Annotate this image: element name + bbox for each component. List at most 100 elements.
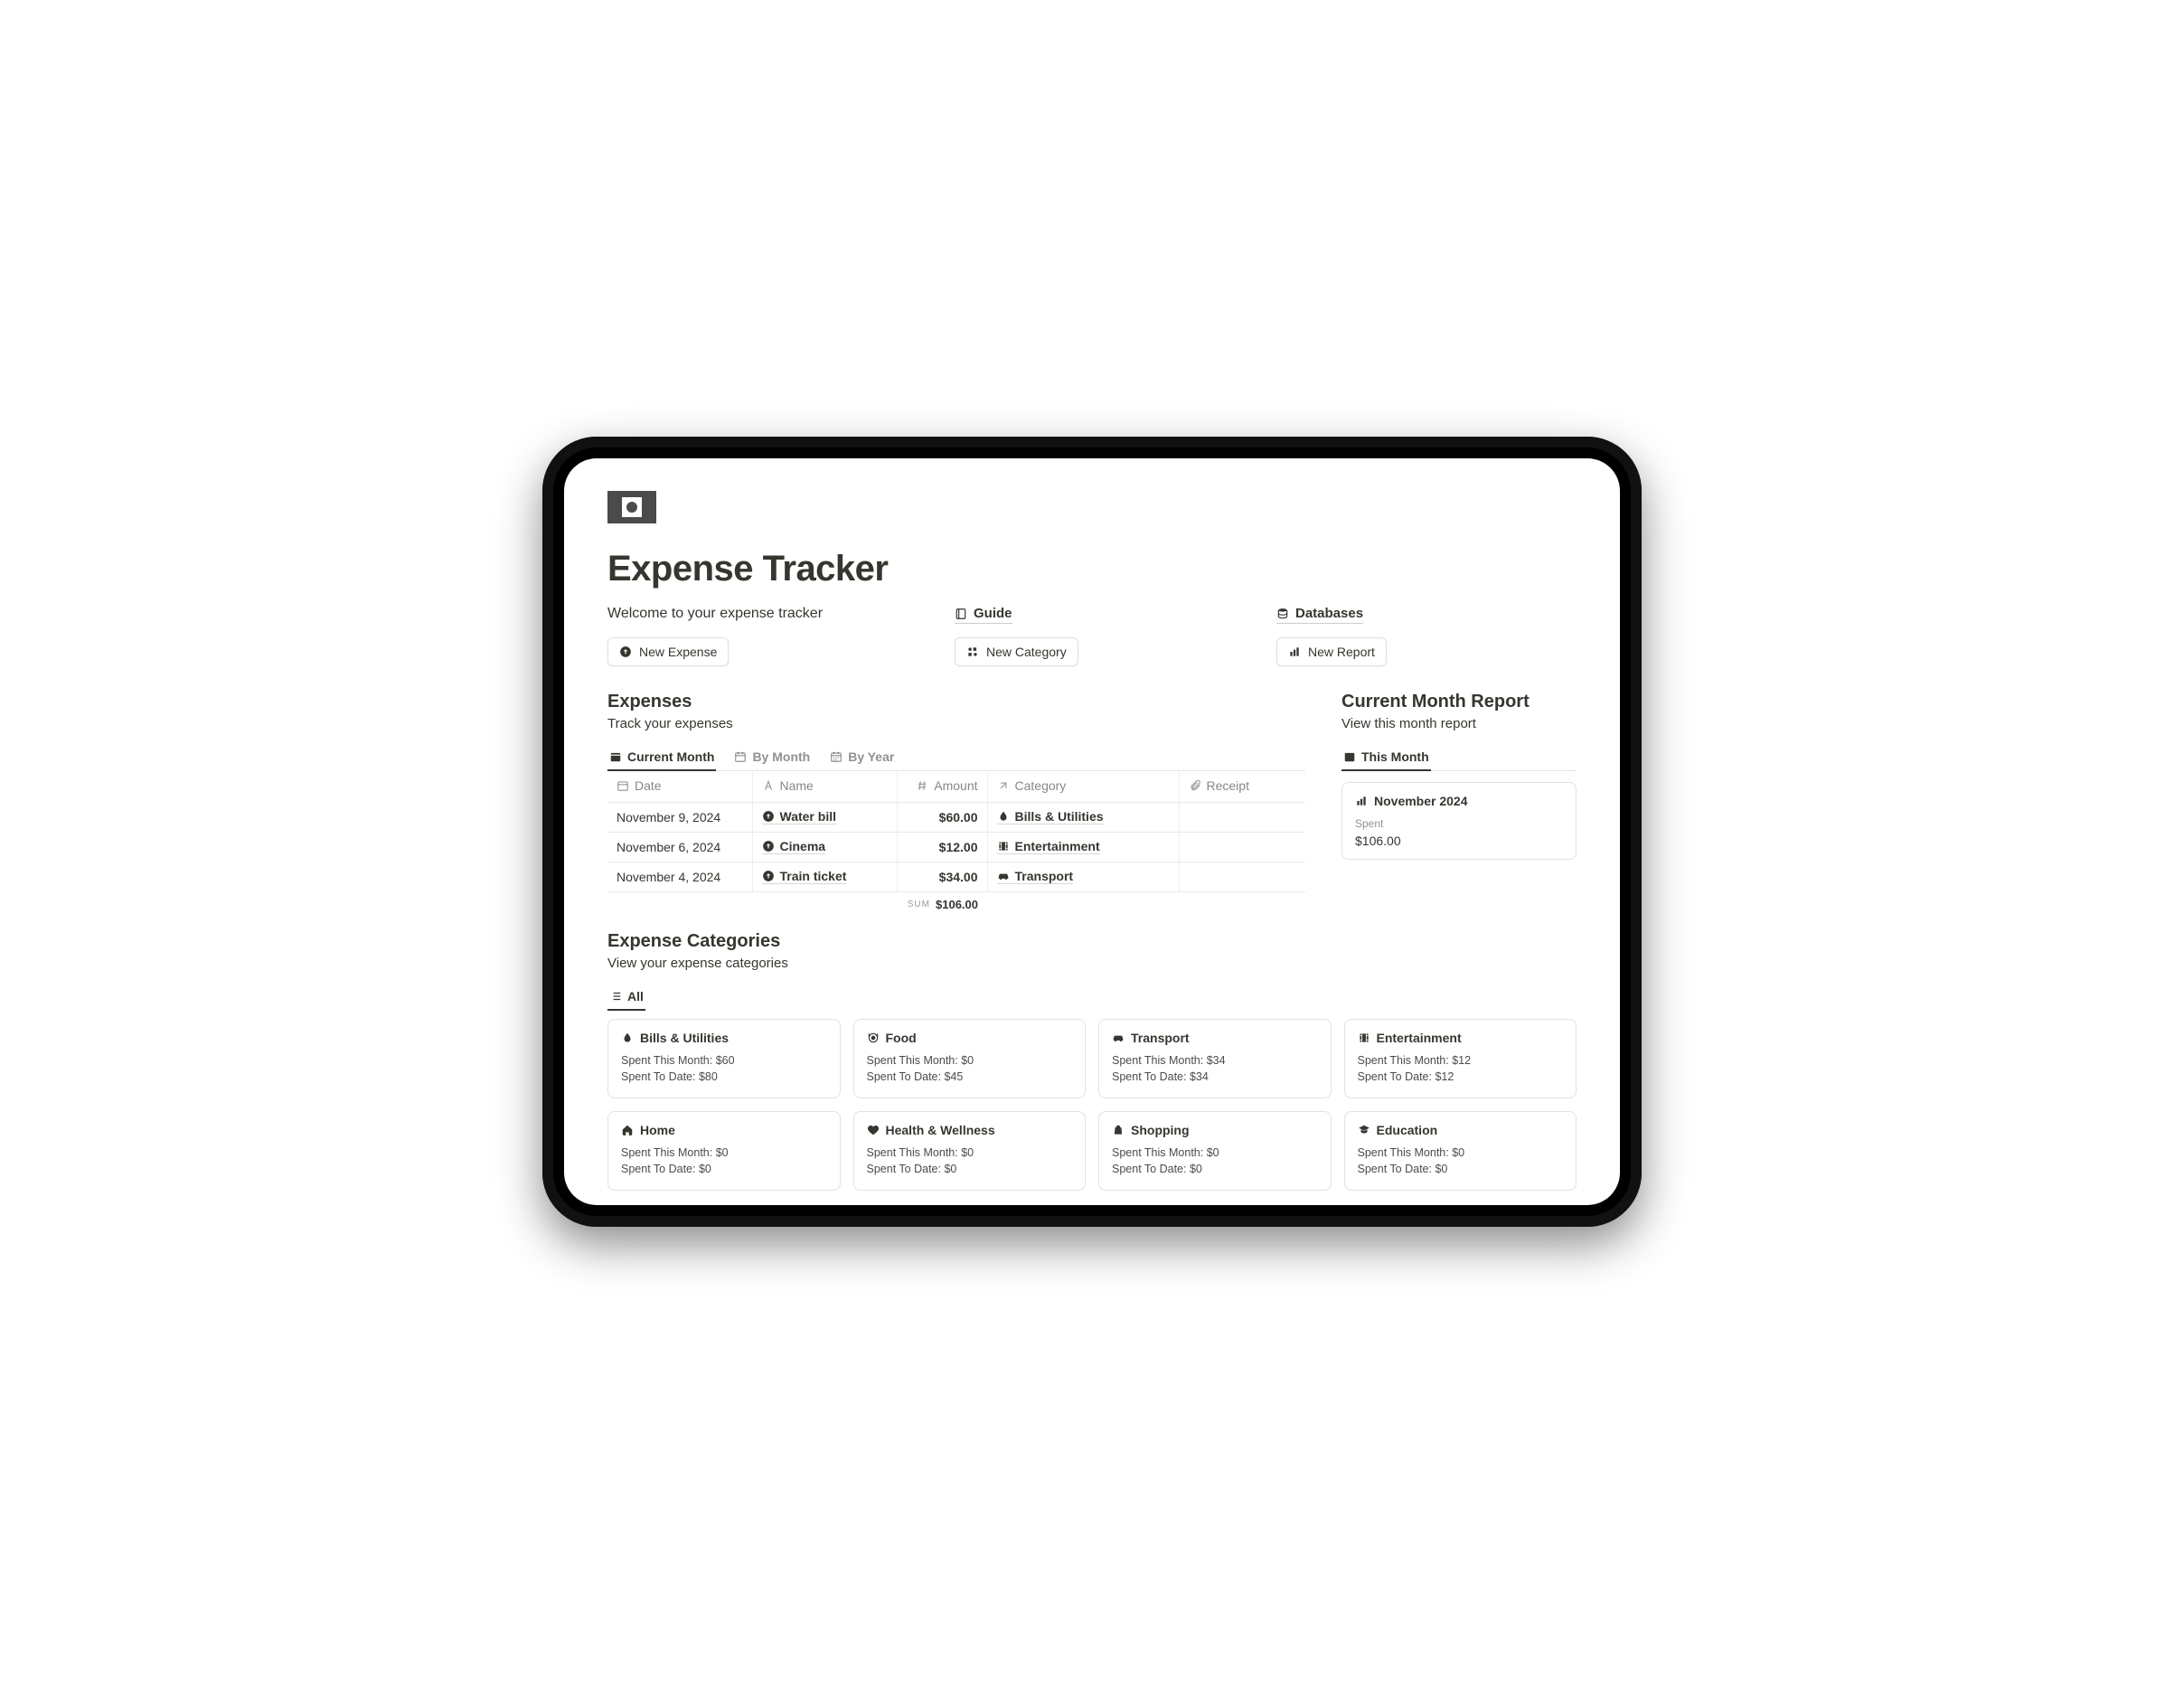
upload-icon <box>762 810 775 823</box>
category-name: Education <box>1377 1123 1438 1137</box>
col-receipt: Receipt <box>1207 778 1249 793</box>
col-date: Date <box>635 778 662 793</box>
text-icon <box>762 779 775 792</box>
category-card[interactable]: Entertainment Spent This Month: $12 Spen… <box>1344 1019 1577 1098</box>
film-icon <box>997 840 1010 853</box>
grad-icon <box>1358 1124 1370 1136</box>
tab-all-categories[interactable]: All <box>607 984 645 1011</box>
category-name: Health & Wellness <box>886 1123 995 1137</box>
col-name: Name <box>780 778 814 793</box>
app-logo <box>607 491 656 523</box>
category-std: Spent To Date: $0 <box>1358 1163 1564 1175</box>
category-name: Transport <box>1131 1031 1190 1045</box>
cell-receipt <box>1179 802 1305 832</box>
cell-category: Transport <box>1015 869 1074 883</box>
col-category: Category <box>1015 778 1067 793</box>
attachment-icon <box>1189 779 1201 792</box>
expenses-heading: Expenses <box>607 692 1305 712</box>
report-sub: View this month report <box>1341 716 1577 731</box>
tab-all-label: All <box>627 989 644 1003</box>
tab-current-month[interactable]: Current Month <box>607 744 716 771</box>
category-stm: Spent This Month: $60 <box>621 1054 827 1067</box>
new-report-label: New Report <box>1308 645 1375 659</box>
report-spent-value: $106.00 <box>1355 834 1563 848</box>
bag-icon <box>1112 1124 1125 1136</box>
cell-category-link[interactable]: Entertainment <box>997 839 1100 854</box>
category-stm: Spent This Month: $0 <box>1358 1146 1564 1159</box>
relation-icon <box>997 779 1010 792</box>
category-stm: Spent This Month: $12 <box>1358 1054 1564 1067</box>
tab-by-year[interactable]: By Year <box>828 744 896 771</box>
table-row[interactable]: November 9, 2024 Water bill $60.00 Bills… <box>607 802 1305 832</box>
report-spent-label: Spent <box>1355 817 1563 830</box>
tab-current-month-label: Current Month <box>627 749 714 764</box>
new-expense-label: New Expense <box>639 645 717 659</box>
category-stm: Spent This Month: $0 <box>867 1146 1073 1159</box>
cell-amount: $34.00 <box>897 862 987 891</box>
category-card[interactable]: Health & Wellness Spent This Month: $0 S… <box>853 1111 1087 1191</box>
table-row[interactable]: November 6, 2024 Cinema $12.00 Entertain… <box>607 832 1305 862</box>
databases-link-label: Databases <box>1295 606 1363 621</box>
new-category-button[interactable]: New Category <box>955 637 1078 666</box>
page-title: Expense Tracker <box>607 549 1577 589</box>
category-std: Spent To Date: $0 <box>867 1163 1073 1175</box>
hash-icon <box>916 779 928 792</box>
cell-name: Train ticket <box>780 869 847 883</box>
category-stm: Spent This Month: $0 <box>1112 1146 1318 1159</box>
category-std: Spent To Date: $12 <box>1358 1070 1564 1083</box>
calendar-month-icon <box>734 750 747 763</box>
category-stm: Spent This Month: $0 <box>867 1054 1073 1067</box>
category-card[interactable]: Bills & Utilities Spent This Month: $60 … <box>607 1019 841 1098</box>
cell-name: Water bill <box>780 809 837 824</box>
category-card[interactable]: Transport Spent This Month: $34 Spent To… <box>1098 1019 1332 1098</box>
film-icon <box>1358 1032 1370 1044</box>
category-std: Spent To Date: $80 <box>621 1070 827 1083</box>
calendar-year-icon <box>830 750 843 763</box>
calendar-small-icon <box>617 779 629 792</box>
database-icon <box>1276 608 1289 620</box>
expenses-sub: Track your expenses <box>607 716 1305 731</box>
cell-category: Bills & Utilities <box>1015 809 1104 824</box>
tab-by-month-label: By Month <box>752 749 810 764</box>
category-card[interactable]: Shopping Spent This Month: $0 Spent To D… <box>1098 1111 1332 1191</box>
calendar-icon <box>609 750 622 763</box>
cell-name-link[interactable]: Cinema <box>762 839 826 854</box>
category-card[interactable]: Home Spent This Month: $0 Spent To Date:… <box>607 1111 841 1191</box>
cell-name-link[interactable]: Train ticket <box>762 869 847 884</box>
expenses-panel: Expenses Track your expenses Current Mon… <box>607 692 1305 911</box>
tab-by-month[interactable]: By Month <box>732 744 812 771</box>
category-std: Spent To Date: $0 <box>1112 1163 1318 1175</box>
cell-date: November 4, 2024 <box>607 862 752 891</box>
cell-name-link[interactable]: Water bill <box>762 809 837 824</box>
cell-name: Cinema <box>780 839 826 853</box>
cell-receipt <box>1179 862 1305 891</box>
category-std: Spent To Date: $45 <box>867 1070 1073 1083</box>
welcome-text: Welcome to your expense tracker <box>607 606 933 622</box>
cell-category-link[interactable]: Bills & Utilities <box>997 809 1104 824</box>
categories-panel: Expense Categories View your expense cat… <box>607 931 1577 1191</box>
report-card[interactable]: November 2024 Spent $106.00 <box>1341 782 1577 860</box>
cell-date: November 9, 2024 <box>607 802 752 832</box>
category-name: Bills & Utilities <box>640 1031 729 1045</box>
category-card[interactable]: Education Spent This Month: $0 Spent To … <box>1344 1111 1577 1191</box>
category-icon <box>966 645 979 658</box>
databases-link[interactable]: Databases <box>1276 606 1363 624</box>
category-name: Food <box>886 1031 917 1045</box>
car-icon <box>1112 1032 1125 1044</box>
categories-sub: View your expense categories <box>607 956 1577 971</box>
tab-by-year-label: By Year <box>848 749 894 764</box>
bar-chart-icon <box>1355 795 1368 807</box>
drop-icon <box>997 810 1010 823</box>
tab-this-month-label: This Month <box>1361 749 1429 764</box>
table-row[interactable]: November 4, 2024 Train ticket $34.00 Tra… <box>607 862 1305 891</box>
sum-value: $106.00 <box>936 898 978 911</box>
new-category-label: New Category <box>986 645 1067 659</box>
col-amount: Amount <box>934 778 977 793</box>
tab-this-month[interactable]: This Month <box>1341 744 1431 771</box>
new-report-button[interactable]: New Report <box>1276 637 1387 666</box>
category-card[interactable]: Food Spent This Month: $0 Spent To Date:… <box>853 1019 1087 1098</box>
new-expense-button[interactable]: New Expense <box>607 637 729 666</box>
cell-category-link[interactable]: Transport <box>997 869 1074 884</box>
guide-link[interactable]: Guide <box>955 606 1012 624</box>
category-name: Entertainment <box>1377 1031 1462 1045</box>
